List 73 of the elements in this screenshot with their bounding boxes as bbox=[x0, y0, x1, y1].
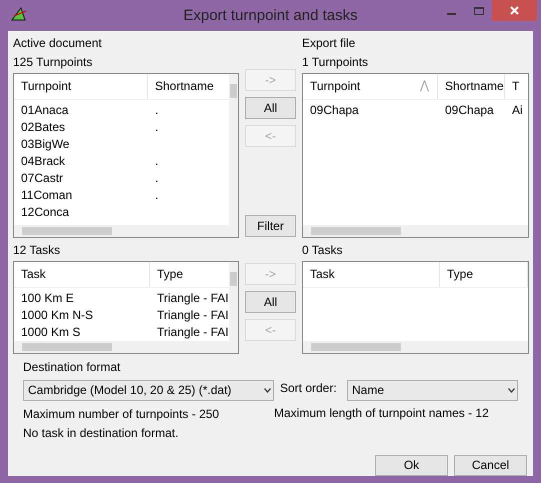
info-text: Maximum length of turnpoint names - 12 bbox=[274, 406, 489, 422]
list-view[interactable]: Task Type 100 Km E Triangle - FAI 1000 Km N-S Triangle - FAI 1000 Km S Triangle - FAI bbox=[13, 261, 239, 354]
horizontal-scrollbar[interactable] bbox=[303, 341, 528, 353]
table-cell: 09Chapa bbox=[445, 103, 494, 117]
list-row[interactable]: 1000 Km N-S Triangle - FAI bbox=[14, 307, 229, 324]
horizontal-scrollbar[interactable] bbox=[14, 341, 229, 353]
info-text: No task in destination format. bbox=[23, 426, 178, 440]
list-row[interactable]: 07Castr . bbox=[14, 170, 229, 187]
action-button[interactable]: All bbox=[245, 97, 296, 119]
table-cell: 100 Km E bbox=[21, 291, 74, 305]
dialog-button[interactable]: Ok bbox=[375, 455, 448, 476]
table-cell: . bbox=[155, 154, 158, 168]
table-cell: Triangle - FAI bbox=[157, 308, 229, 322]
vertical-scrollbar[interactable] bbox=[229, 74, 238, 237]
field-label: Destination format bbox=[23, 360, 122, 375]
table-cell: 1000 Km N-S bbox=[21, 308, 94, 322]
table-cell: . bbox=[155, 103, 158, 117]
table-cell: Triangle - FAI bbox=[157, 291, 229, 305]
list-row[interactable]: 03BigWe bbox=[14, 136, 229, 153]
section-heading: Export file bbox=[302, 36, 356, 51]
list-row[interactable]: 11Coman . bbox=[14, 187, 229, 204]
chevron-down-icon bbox=[264, 388, 271, 393]
chevron-down-icon bbox=[508, 388, 515, 393]
triangle-logo-icon bbox=[11, 7, 27, 21]
list-row[interactable]: 100 Km E Triangle - FAI bbox=[14, 290, 229, 307]
task-count: 12 Tasks bbox=[13, 243, 60, 257]
table-cell: 04Brack bbox=[21, 154, 66, 168]
list-row[interactable]: 1000 Km S Triangle - FAI bbox=[14, 324, 229, 341]
list-row[interactable]: 09Chapa 09Chapa Ai bbox=[303, 102, 528, 119]
table-cell: . bbox=[155, 171, 158, 185]
list-row[interactable]: 02Bates . bbox=[14, 119, 229, 136]
table-cell: . bbox=[155, 120, 158, 134]
action-button[interactable]: All bbox=[245, 291, 296, 313]
list-view[interactable]: Turnpoint Shortname 01Anaca . 02Bates . 03BigWe 04Brack . 07Castr . 11Coman . 12Conca bbox=[13, 73, 239, 238]
column-header[interactable]: Type bbox=[440, 262, 528, 287]
info-text: Maximum number of turnpoints - 250 bbox=[23, 407, 220, 421]
table-cell: 02Bates bbox=[21, 120, 66, 134]
section-heading: Active document bbox=[13, 36, 103, 51]
close-icon bbox=[510, 6, 519, 15]
table-cell: 11Coman bbox=[21, 188, 72, 202]
close-button[interactable] bbox=[492, 0, 537, 21]
list-row[interactable]: 01Anaca . bbox=[14, 102, 229, 119]
window-title: Export turnpoint and tasks bbox=[183, 8, 358, 23]
column-header[interactable]: Task bbox=[303, 262, 440, 287]
column-header[interactable]: Turnpoint bbox=[303, 74, 438, 99]
task-count: 0 Tasks bbox=[302, 243, 342, 257]
dialog-button[interactable]: Cancel bbox=[454, 455, 527, 476]
table-cell: 07Castr bbox=[21, 171, 64, 185]
action-button[interactable]: Filter bbox=[245, 215, 296, 237]
column-header[interactable]: Turnpoint bbox=[14, 74, 148, 99]
list-view[interactable]: Task Type bbox=[302, 261, 529, 354]
vertical-scrollbar[interactable] bbox=[229, 262, 238, 353]
table-cell: Triangle - FAI bbox=[157, 325, 229, 339]
dropdown[interactable]: Cambridge (Model 10, 20 & 25) (*.dat) bbox=[23, 380, 274, 401]
turnpoint-count: 125 Turnpoints bbox=[13, 55, 92, 69]
table-cell: Ai bbox=[512, 103, 523, 117]
column-header[interactable]: Task bbox=[14, 262, 150, 287]
list-row[interactable]: 04Brack . bbox=[14, 153, 229, 170]
table-cell: 03BigWe bbox=[21, 137, 70, 151]
turnpoint-count: 1 Turnpoints bbox=[302, 55, 368, 69]
table-cell: 09Chapa bbox=[310, 103, 359, 117]
field-label: Sort order: bbox=[280, 381, 337, 395]
dropdown[interactable]: Name bbox=[347, 380, 518, 401]
table-cell: . bbox=[155, 188, 158, 202]
list-view[interactable]: Turnpoint Shortname T 09Chapa 09Chapa Ai bbox=[302, 73, 529, 238]
column-header[interactable]: T bbox=[505, 74, 528, 99]
table-cell: 12Conca bbox=[21, 205, 70, 219]
horizontal-scrollbar[interactable] bbox=[14, 225, 229, 237]
table-cell: 01Anaca bbox=[21, 103, 68, 117]
horizontal-scrollbar[interactable] bbox=[303, 225, 528, 237]
list-row[interactable]: 12Conca bbox=[14, 204, 229, 221]
table-cell: 1000 Km S bbox=[21, 325, 80, 339]
column-header[interactable]: Shortname bbox=[438, 74, 505, 99]
